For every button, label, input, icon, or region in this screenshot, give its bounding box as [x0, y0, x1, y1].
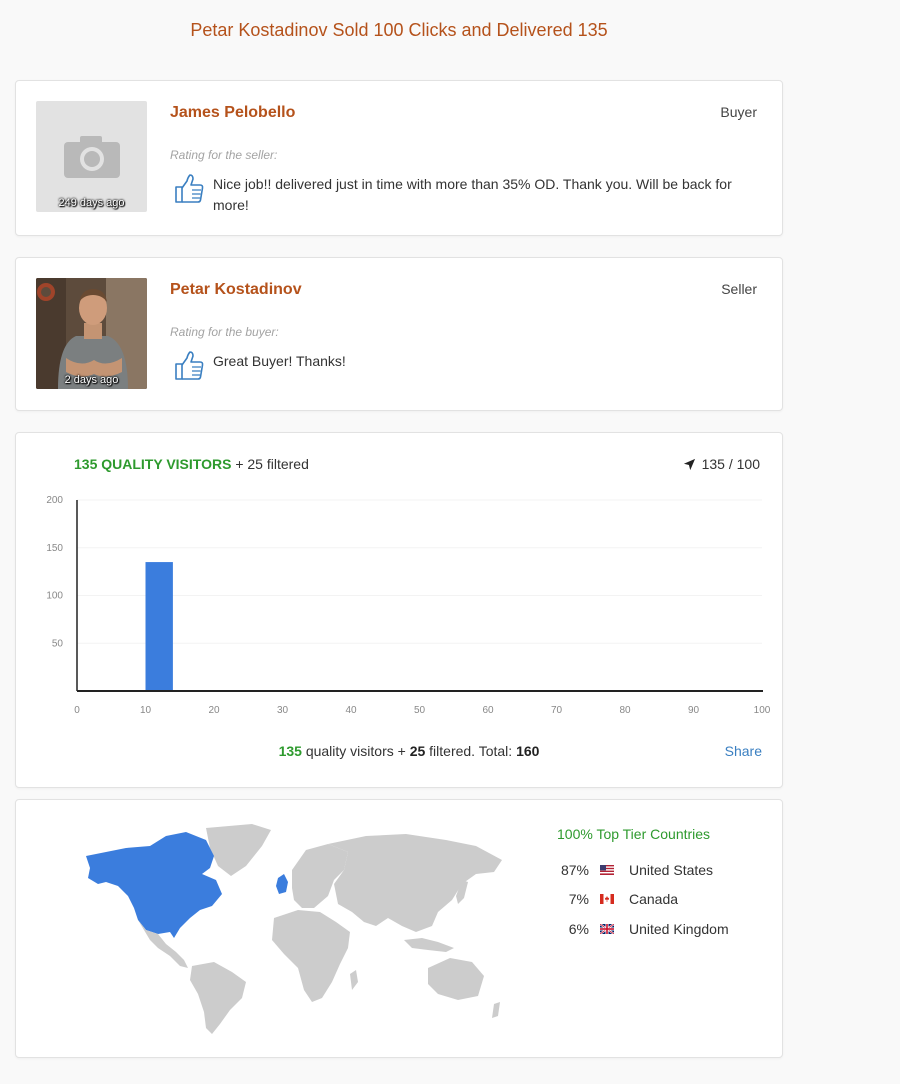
- chart-x-tick-label: 30: [277, 705, 289, 716]
- rating-label: Rating for the seller:: [170, 148, 278, 162]
- map-new-zealand: [492, 1002, 500, 1018]
- share-link[interactable]: Share: [725, 743, 762, 759]
- map-australia: [428, 958, 484, 1000]
- geo-card: 100% Top Tier Countries 87% United State…: [15, 799, 783, 1058]
- summary-filtered-text: filtered. Total:: [429, 743, 513, 759]
- map-north-america: [86, 832, 222, 938]
- chart-x-tick-label: 70: [551, 705, 563, 716]
- chart-x-tick-label: 40: [345, 705, 357, 716]
- chart-y-tick-label: 100: [46, 591, 63, 602]
- country-row-us: 87% United States: [557, 860, 713, 880]
- quality-visitors-heading: 135 QUALITY VISITORS + 25 filtered: [74, 456, 309, 472]
- country-name: United Kingdom: [629, 921, 729, 937]
- summary-filtered-count: 25: [409, 743, 426, 759]
- summary-quality-text: quality visitors +: [305, 743, 406, 759]
- review-comment: Nice job!! delivered just in time with m…: [213, 176, 732, 213]
- progress-text: 135 / 100: [701, 456, 760, 472]
- map-uk: [276, 874, 288, 894]
- chart-x-tick-label: 100: [754, 705, 771, 716]
- chart-x-tick-label: 0: [74, 705, 80, 716]
- reviewer-role: Seller: [721, 281, 757, 297]
- thumbs-up-icon: [175, 351, 204, 380]
- page-title: Petar Kostadinov Sold 100 Clicks and Del…: [190, 20, 608, 40]
- canada-flag-icon: [600, 894, 614, 904]
- visitor-stats-card: 135 QUALITY VISITORS + 25 filtered 135 /…: [15, 432, 783, 788]
- review-age: 249 days ago: [58, 197, 125, 209]
- chart-y-tick-label: 50: [52, 638, 64, 649]
- chart-x-tick-label: 50: [414, 705, 426, 716]
- chart-x-tick-label: 80: [619, 705, 631, 716]
- reviewer-role: Buyer: [720, 104, 757, 120]
- us-flag-icon: [600, 865, 614, 875]
- avatar-placeholder[interactable]: 249 days ago: [36, 101, 147, 212]
- location-arrow-icon: [683, 458, 695, 470]
- quality-visitors-count: 135 QUALITY VISITORS: [74, 456, 232, 472]
- map-madagascar: [350, 970, 358, 990]
- map-asia: [328, 834, 502, 932]
- country-percent: 87%: [560, 862, 589, 878]
- rating-label: Rating for the buyer:: [170, 325, 279, 339]
- reviewer-name[interactable]: James Pelobello: [170, 104, 295, 122]
- chart-bar: [145, 562, 173, 691]
- map-greenland: [206, 824, 271, 876]
- map-indonesia: [404, 938, 454, 952]
- visitor-summary: 135 quality visitors + 25 filtered. Tota…: [16, 743, 782, 759]
- review-card-seller: 2 days ago Petar Kostadinov Seller Ratin…: [15, 257, 783, 411]
- review-age: 2 days ago: [64, 374, 119, 386]
- country-row-uk: 6% United Kingdom: [557, 919, 729, 939]
- reviewer-name[interactable]: Petar Kostadinov: [170, 281, 302, 299]
- delivery-progress: 135 / 100: [683, 456, 760, 472]
- map-south-america: [190, 962, 246, 1034]
- filtered-count: + 25 filtered: [235, 456, 309, 472]
- visitor-bar-chart: 50 100 150 200 0 10 20 30 40 50 60 70 80 90 100: [46, 495, 771, 716]
- top-tier-heading: 100% Top Tier Countries: [557, 826, 711, 842]
- country-name: Canada: [629, 891, 679, 907]
- country-name: United States: [629, 862, 714, 878]
- chart-x-tick-label: 10: [140, 705, 152, 716]
- map-africa: [272, 910, 350, 1002]
- uk-flag-icon: [600, 924, 614, 934]
- chart-y-tick-label: 200: [46, 495, 63, 506]
- review-comment: Great Buyer! Thanks!: [213, 353, 346, 369]
- world-map: [86, 824, 502, 1034]
- chart-y-tick-label: 150: [46, 543, 63, 554]
- thumbs-up-icon: [175, 174, 204, 203]
- chart-x-tick-label: 90: [688, 705, 700, 716]
- country-row-canada: 7% Canada: [557, 889, 678, 909]
- chart-x-tick-label: 20: [208, 705, 220, 716]
- country-percent: 7%: [568, 891, 589, 907]
- summary-total: 160: [516, 743, 540, 759]
- summary-quality-count: 135: [278, 743, 302, 759]
- chart-x-tick-label: 60: [482, 705, 494, 716]
- avatar-photo[interactable]: 2 days ago: [36, 278, 147, 389]
- person-photo-icon: [36, 278, 147, 389]
- review-card-buyer: 249 days ago James Pelobello Buyer Ratin…: [15, 80, 783, 236]
- country-percent: 6%: [568, 921, 589, 937]
- camera-icon: [64, 136, 120, 178]
